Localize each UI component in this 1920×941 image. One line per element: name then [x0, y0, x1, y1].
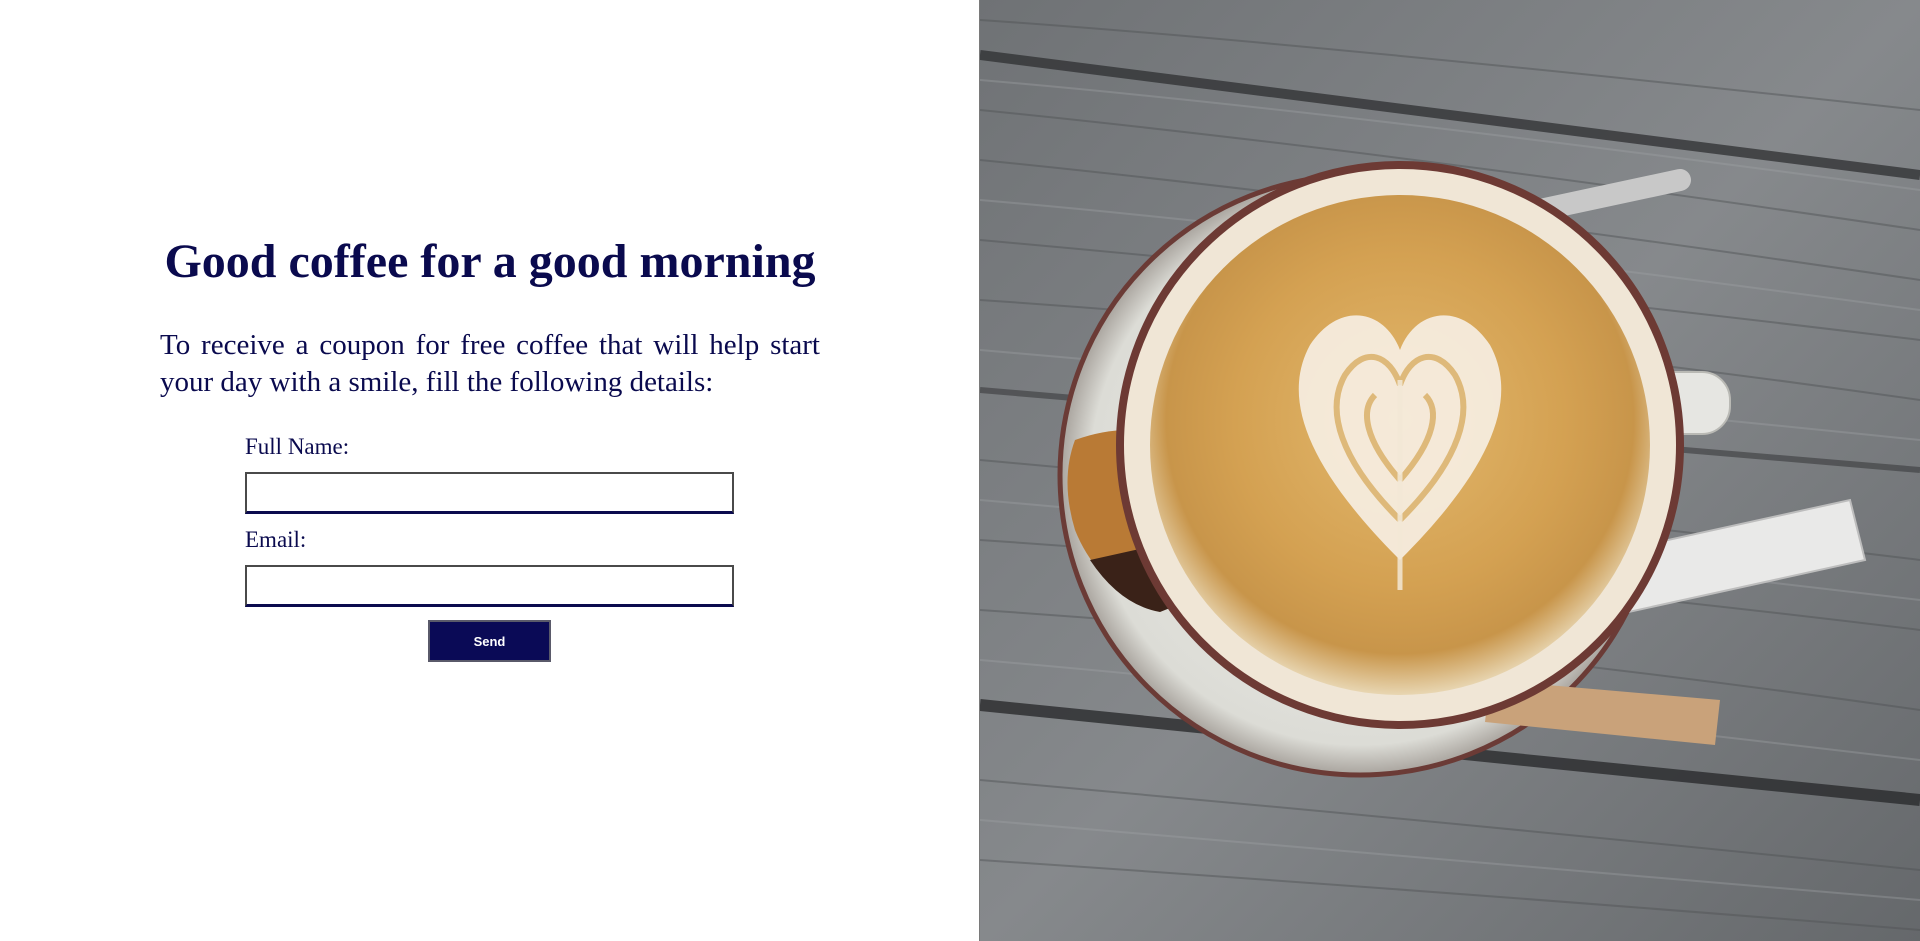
full-name-label: Full Name:	[245, 434, 350, 459]
intro-text: To receive a coupon for free coffee that…	[160, 329, 820, 398]
coffee-photo-panel	[979, 0, 1920, 941]
coupon-form: Full Name: Email: Send	[245, 434, 734, 662]
coffee-latte-photo	[980, 0, 1920, 941]
send-button[interactable]: Send	[428, 620, 551, 662]
form-content: Good coffee for a good morning To receiv…	[160, 232, 820, 662]
email-input[interactable]	[245, 565, 734, 607]
page: Good coffee for a good morning To receiv…	[0, 0, 1920, 941]
send-row: Send	[245, 620, 734, 662]
full-name-input[interactable]	[245, 472, 734, 514]
page-title: Good coffee for a good morning	[164, 235, 816, 288]
email-label: Email:	[245, 527, 307, 552]
form-panel: Good coffee for a good morning To receiv…	[0, 0, 979, 941]
